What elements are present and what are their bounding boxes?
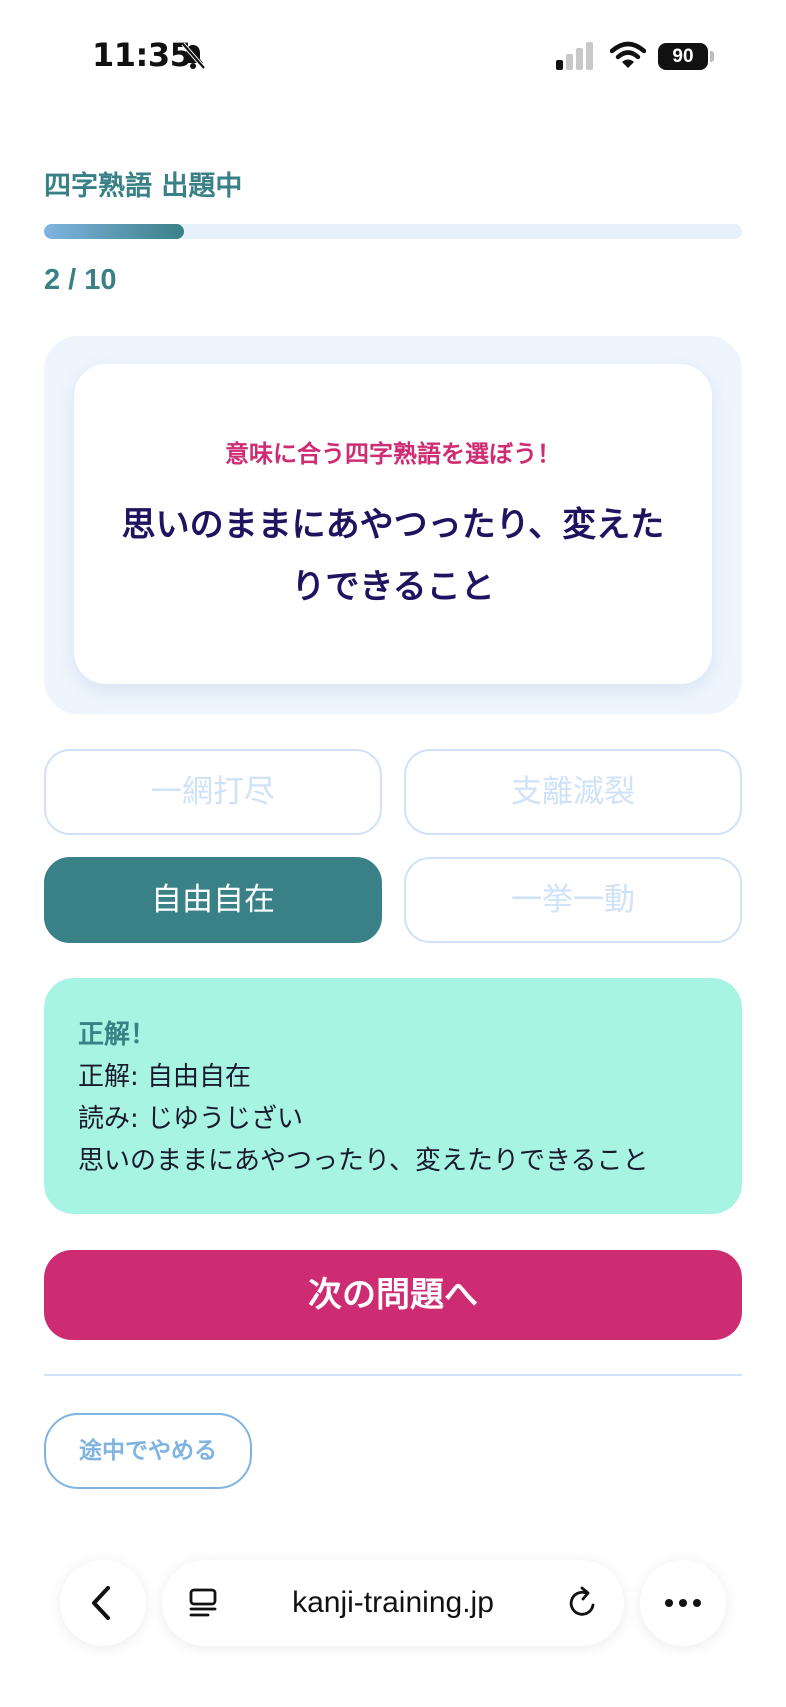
url-text: kanji-training.jp xyxy=(292,1586,494,1619)
feedback-title: 正解！ xyxy=(78,1020,157,1050)
status-bar: 11:35 90 xyxy=(0,0,786,110)
choice-button-1[interactable]: 一網打尽 xyxy=(44,749,382,835)
divider xyxy=(44,1374,742,1376)
battery-indicator: 90 xyxy=(658,43,716,70)
browser-toolbar: kanji-training.jp xyxy=(0,1540,786,1670)
feedback-reading: 読み: じゆうじざい xyxy=(78,1104,304,1134)
question-card: 意味に合う四字熟語を選ぼう！ 思いのままにあやつったり、変えたりできること xyxy=(44,336,742,714)
reload-icon[interactable] xyxy=(566,1586,600,1620)
choice-button-2[interactable]: 支離滅裂 xyxy=(404,749,742,835)
feedback-answer: 正解: 自由自在 xyxy=(78,1062,252,1092)
more-dots-icon xyxy=(665,1599,701,1607)
feedback-panel: 正解！ 正解: 自由自在 読み: じゆうじざい 思いのままにあやつったり、変えた… xyxy=(44,978,742,1214)
question-card-inner: 意味に合う四字熟語を選ぼう！ 思いのままにあやつったり、変えたりできること xyxy=(74,364,712,684)
progress-bar xyxy=(44,224,742,239)
feedback-meaning: 思いのままにあやつったり、変えたりできること xyxy=(78,1146,649,1176)
choice-button-3[interactable]: 自由自在 xyxy=(44,857,382,943)
url-bar[interactable]: kanji-training.jp xyxy=(162,1560,624,1646)
status-time: 11:35 xyxy=(92,36,192,74)
back-button[interactable] xyxy=(60,1560,146,1646)
progress-count: 2 / 10 xyxy=(44,264,117,296)
page: 11:35 90 四字熟語 出題中 2 / 10 意味に合う四字熟語を選ぼう！ … xyxy=(0,0,786,1707)
bell-muted-icon xyxy=(181,42,206,70)
wifi-icon xyxy=(610,41,646,68)
battery-level: 90 xyxy=(658,43,708,70)
question-text: 思いのままにあやつったり、変えたりできること xyxy=(121,505,665,607)
quiz-title: 四字熟語 出題中 xyxy=(44,171,243,202)
progress-fill xyxy=(44,224,184,239)
signal-icon xyxy=(556,42,593,70)
question-prompt: 意味に合う四字熟語を選ぼう！ xyxy=(225,440,561,468)
chevron-left-icon xyxy=(92,1586,110,1620)
quit-button[interactable]: 途中でやめる xyxy=(44,1413,252,1489)
more-button[interactable] xyxy=(640,1560,726,1646)
next-question-button[interactable]: 次の問題へ xyxy=(44,1250,742,1340)
battery-tip xyxy=(710,51,714,62)
choice-button-4[interactable]: 一挙一動 xyxy=(404,857,742,943)
